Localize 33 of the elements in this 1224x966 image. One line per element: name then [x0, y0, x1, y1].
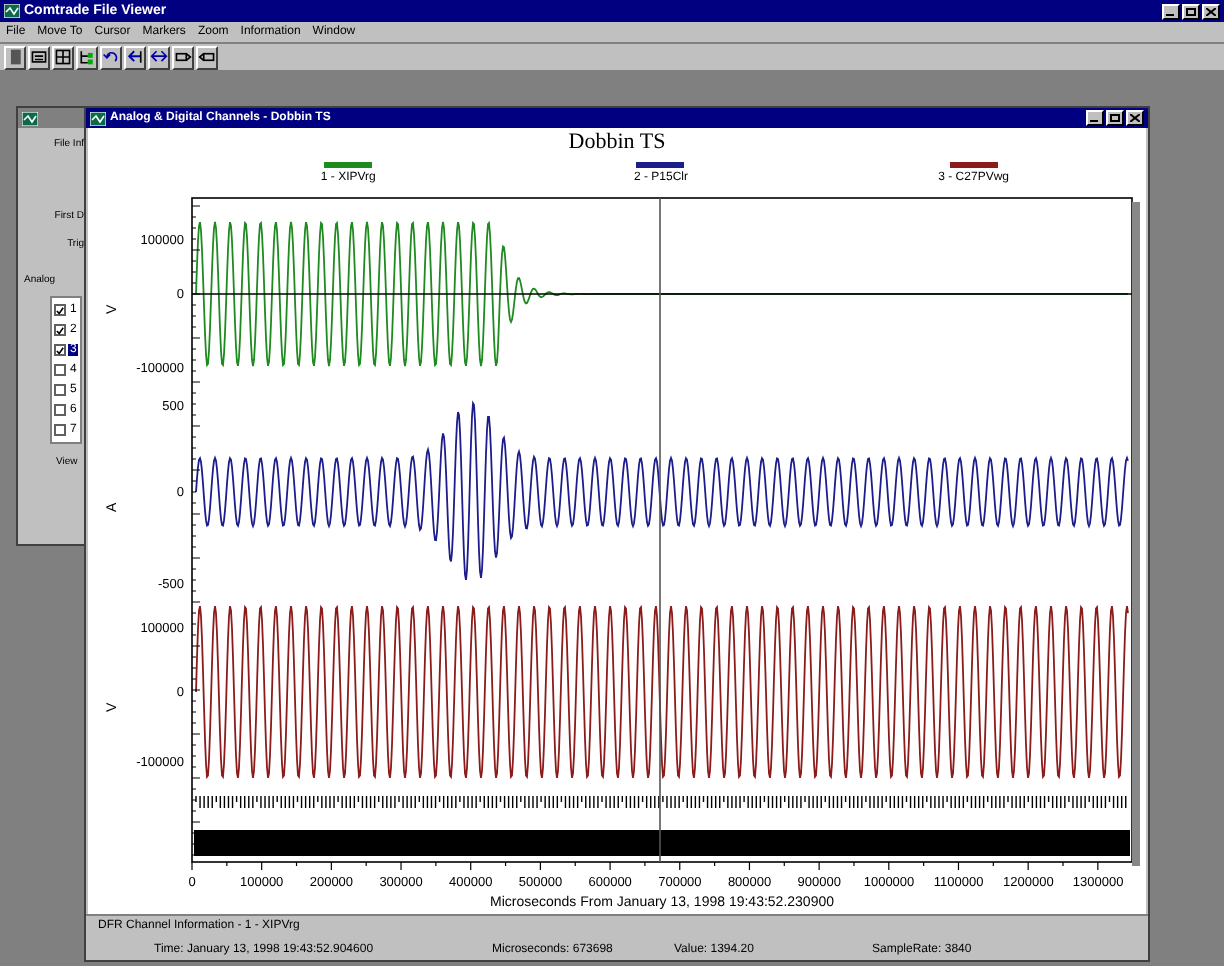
minimize-icon — [1090, 114, 1100, 122]
minimize-button[interactable] — [1086, 110, 1104, 126]
checkbox[interactable] — [54, 384, 66, 396]
checkbox[interactable] — [54, 344, 66, 356]
toolbar-button[interactable] — [196, 45, 218, 69]
back-arrow-icon — [126, 46, 144, 68]
grid-icon — [54, 46, 72, 68]
checkbox[interactable] — [54, 304, 66, 316]
checkbox[interactable] — [54, 404, 66, 416]
checkbox[interactable] — [54, 324, 66, 336]
maximize-icon — [1110, 114, 1120, 122]
toolbar-button[interactable] — [28, 45, 50, 69]
toolbar-button[interactable] — [124, 45, 146, 69]
toolbar-button[interactable] — [172, 45, 194, 69]
minimize-button[interactable] — [1162, 3, 1180, 19]
toolbar-button[interactable] — [76, 45, 98, 69]
toolbar-button[interactable] — [52, 45, 74, 69]
maximize-button[interactable] — [1106, 110, 1124, 126]
checkbox[interactable] — [54, 364, 66, 376]
chart-title: Dobbin TS — [566, 128, 668, 156]
checkbox[interactable] — [54, 424, 66, 436]
toolbar-button[interactable] — [100, 45, 122, 69]
document-icon — [30, 46, 48, 68]
close-button[interactable] — [1126, 110, 1144, 126]
maximize-button[interactable] — [1182, 3, 1200, 19]
app-icon — [22, 111, 38, 125]
toolbar-button[interactable] — [148, 45, 170, 69]
tree-icon — [78, 46, 96, 68]
close-icon — [1130, 114, 1140, 122]
close-button[interactable] — [1202, 3, 1220, 19]
app-icon — [4, 4, 20, 18]
maximize-icon — [1186, 7, 1196, 15]
close-icon — [1206, 7, 1216, 15]
